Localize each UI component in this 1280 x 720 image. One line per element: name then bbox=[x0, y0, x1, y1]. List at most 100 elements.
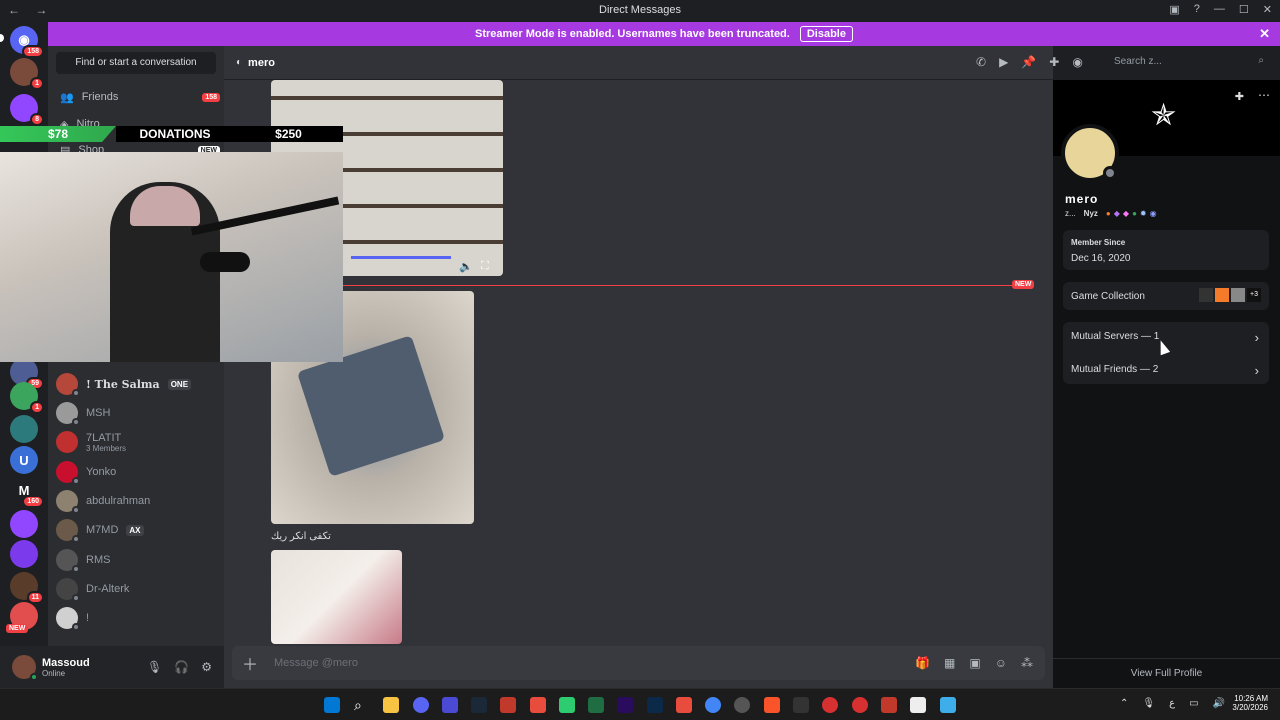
file-explorer-icon[interactable] bbox=[383, 697, 399, 713]
home-button[interactable]: ◉ 158 bbox=[10, 26, 44, 58]
badge-row: ● ◆ ◆ ● ✹ ◉ bbox=[1106, 209, 1157, 218]
minimize-button[interactable]: — bbox=[1214, 3, 1225, 16]
close-icon[interactable]: ✕ bbox=[1259, 26, 1270, 42]
premiere-icon[interactable] bbox=[617, 697, 633, 713]
friends-badge: 158 bbox=[202, 92, 220, 102]
add-friend-icon[interactable]: ✚ bbox=[1049, 55, 1059, 69]
help-icon[interactable]: ? bbox=[1194, 3, 1200, 16]
video-call-icon[interactable]: ▶ bbox=[999, 55, 1008, 69]
server-icon[interactable]: 1 bbox=[10, 58, 44, 90]
server-icon[interactable]: U bbox=[10, 446, 38, 474]
user-profile-icon[interactable]: ◉ bbox=[1072, 55, 1082, 69]
voice-call-icon[interactable]: ✆ bbox=[976, 55, 986, 69]
excel-icon[interactable] bbox=[588, 697, 604, 713]
dm-sub: 3 Members bbox=[86, 443, 127, 453]
dm-item[interactable]: Dr-Alterk bbox=[56, 575, 216, 603]
obs-icon[interactable] bbox=[734, 697, 750, 713]
windows-start-icon[interactable] bbox=[324, 697, 340, 713]
view-full-profile-button[interactable]: View Full Profile bbox=[1053, 668, 1280, 679]
chevron-up-icon[interactable]: ⌃ bbox=[1120, 698, 1128, 709]
dm-item[interactable]: ! The Salma ONE bbox=[56, 370, 216, 398]
dm-item[interactable]: RMS bbox=[56, 546, 216, 574]
notepad-icon[interactable] bbox=[940, 697, 956, 713]
emoji-icon[interactable]: ☺ bbox=[995, 656, 1007, 670]
app-icon[interactable] bbox=[881, 697, 897, 713]
discord-icon[interactable] bbox=[413, 697, 429, 713]
dm-name: abdulrahman bbox=[86, 495, 151, 507]
microphone-icon[interactable]: 🎙 bbox=[1142, 698, 1155, 709]
donations-label: DONATIONS bbox=[116, 126, 234, 142]
app-icon[interactable] bbox=[676, 697, 692, 713]
user-avatar[interactable] bbox=[12, 655, 38, 681]
fullscreen-icon[interactable]: ⛶ bbox=[481, 260, 489, 273]
dm-item[interactable]: Yonko bbox=[56, 458, 216, 486]
video-progress-bar[interactable] bbox=[351, 256, 451, 259]
mutual-servers-link[interactable]: Mutual Servers — 1 bbox=[1071, 331, 1159, 342]
image-attachment[interactable] bbox=[271, 550, 402, 644]
friends-nav[interactable]: 👥 Friends 158 bbox=[60, 83, 220, 111]
microphone bbox=[200, 252, 250, 272]
pin-icon[interactable]: 📌 bbox=[1021, 55, 1036, 69]
unread-badge: 1 bbox=[30, 401, 44, 414]
app-icon[interactable] bbox=[559, 697, 575, 713]
chrome-icon[interactable] bbox=[705, 697, 721, 713]
language-indicator[interactable]: ع bbox=[1169, 698, 1175, 709]
message-input[interactable]: Message @mero bbox=[274, 657, 358, 669]
dm-item[interactable]: abdulrahman bbox=[56, 487, 216, 515]
game-icon bbox=[1215, 288, 1229, 302]
server-icon[interactable] bbox=[10, 510, 38, 538]
mutual-friends-link[interactable]: Mutual Friends — 2 bbox=[1071, 364, 1158, 375]
add-friend-icon[interactable]: ✚ bbox=[1235, 90, 1244, 103]
server-icon[interactable]: 8 bbox=[10, 94, 44, 126]
app-icon[interactable] bbox=[442, 697, 458, 713]
close-window-button[interactable]: ✕ bbox=[1263, 3, 1272, 16]
network-icon[interactable]: ▭ bbox=[1189, 698, 1198, 709]
microphone-icon[interactable]: 🎙 bbox=[147, 660, 162, 674]
avatar bbox=[56, 607, 80, 631]
server-icon[interactable] bbox=[10, 415, 38, 443]
inbox-icon[interactable]: ▣ bbox=[1169, 3, 1179, 16]
search-input[interactable]: Search z... ⌕ bbox=[1108, 52, 1270, 72]
server-icon[interactable]: 1 bbox=[10, 382, 44, 414]
dm-chip: ONE bbox=[167, 378, 192, 390]
dm-item[interactable]: 7LATIT 3 Members bbox=[56, 428, 216, 456]
clock[interactable]: 10:26 AM 3/20/2026 bbox=[1224, 694, 1268, 712]
app-icon[interactable] bbox=[500, 697, 516, 713]
brave-icon[interactable] bbox=[764, 697, 780, 713]
sticker-icon[interactable]: ▣ bbox=[969, 656, 980, 670]
server-icon[interactable]: M 160 bbox=[10, 476, 44, 508]
search-icon[interactable]: ⌕ bbox=[354, 697, 370, 713]
apps-icon[interactable]: ⁂ bbox=[1021, 656, 1033, 670]
app-icon[interactable] bbox=[530, 697, 546, 713]
dm-item[interactable]: ! bbox=[56, 604, 216, 632]
member-since-card: Member Since Dec 16, 2020 bbox=[1063, 230, 1269, 270]
window-title: Direct Messages bbox=[599, 4, 681, 16]
more-options-icon[interactable]: ⋯ bbox=[1258, 88, 1270, 102]
volume-icon[interactable]: 🔈 bbox=[459, 260, 473, 273]
add-attachment-icon[interactable]: ＋ bbox=[242, 651, 258, 675]
app-icon[interactable] bbox=[822, 697, 838, 713]
find-conversation-button[interactable]: Find or start a conversation bbox=[56, 52, 216, 74]
app-icon[interactable] bbox=[910, 697, 926, 713]
dm-item[interactable]: M7MD AX bbox=[56, 516, 216, 544]
headphones-icon[interactable]: 🎧 bbox=[174, 660, 189, 674]
disable-streamer-button[interactable]: Disable bbox=[799, 26, 853, 42]
dm-item[interactable]: MSH bbox=[56, 399, 216, 427]
server-icon[interactable]: 11 bbox=[10, 572, 44, 604]
game-collection-card[interactable]: Game Collection +3 bbox=[1063, 282, 1269, 310]
server-initial: U bbox=[19, 452, 29, 468]
chat-area: ◐ mero ✆ ▶ 📌 ✚ ◉ Search z... ⌕ 🔈 ⛶ NEW ت… bbox=[224, 46, 1280, 688]
system-tray: ⌃ 🎙 ع ▭ 🔊 bbox=[1120, 698, 1225, 709]
steam-icon[interactable] bbox=[471, 697, 487, 713]
server-icon[interactable] bbox=[10, 540, 38, 568]
capcut-icon[interactable] bbox=[793, 697, 809, 713]
gif-icon[interactable]: ▦ bbox=[944, 656, 955, 670]
profile-avatar[interactable] bbox=[1061, 124, 1119, 182]
photoshop-icon[interactable] bbox=[647, 697, 663, 713]
gear-icon[interactable]: ⚙ bbox=[201, 660, 212, 674]
webcam-overlay bbox=[0, 152, 343, 362]
gift-icon[interactable]: 🎁 bbox=[915, 656, 930, 670]
app-icon[interactable] bbox=[852, 697, 868, 713]
message-composer[interactable]: ＋ Message @mero 🎁 ▦ ▣ ☺ ⁂ bbox=[232, 646, 1045, 680]
maximize-button[interactable]: ☐ bbox=[1239, 3, 1249, 16]
